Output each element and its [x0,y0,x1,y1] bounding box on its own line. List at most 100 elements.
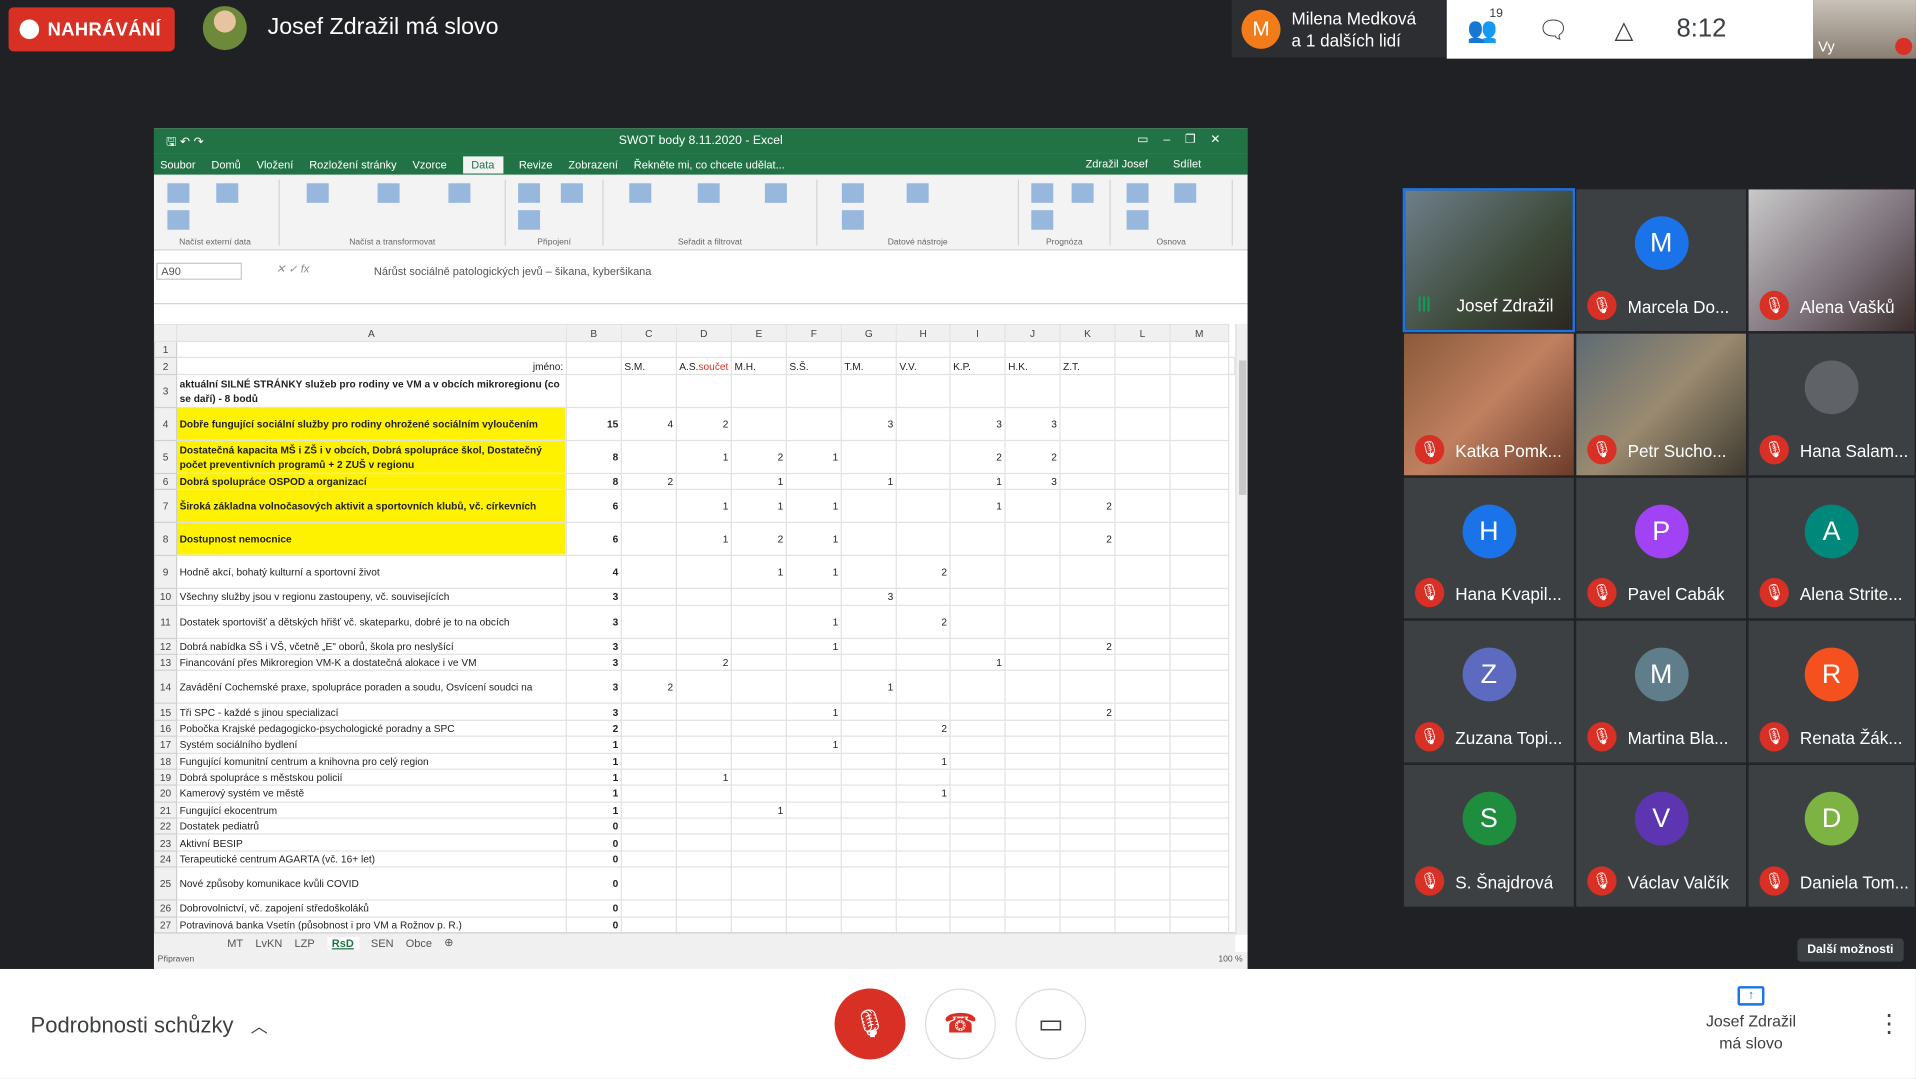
cell[interactable] [1169,850,1230,868]
ribbon-command-icon[interactable] [560,183,583,203]
row-label-cell[interactable]: Dostatek sportovišť a dětských hřišť vč.… [175,604,567,639]
cell[interactable] [1169,406,1230,441]
score-cell[interactable] [895,439,951,474]
cell[interactable] [1169,752,1230,770]
score-cell[interactable] [895,850,951,868]
column-header[interactable]: H [895,323,951,343]
score-cell[interactable] [675,866,733,901]
score-cell[interactable] [1059,752,1116,770]
score-cell[interactable] [1059,817,1116,836]
score-cell[interactable] [1059,915,1116,934]
score-cell[interactable] [895,406,951,441]
row-label-cell[interactable]: Systém sociálního bydlení [175,735,567,754]
score-cell[interactable] [730,735,787,754]
score-cell[interactable] [1059,719,1116,737]
ribbon-command-icon[interactable] [841,183,864,203]
cell[interactable] [1114,866,1171,901]
label-cell[interactable]: jméno: [175,357,567,375]
score-cell[interactable] [675,554,733,590]
sheet-tab-3[interactable]: RsD [326,936,359,949]
initials-cell[interactable]: V.V. [895,357,951,375]
initials-cell[interactable] [1114,357,1171,375]
score-cell[interactable] [1004,752,1061,770]
ribbon-command-icon[interactable] [518,183,541,203]
cell[interactable] [895,340,951,359]
score-cell[interactable] [730,406,787,441]
sheet-tab-1[interactable]: LvKN [255,937,282,949]
cell[interactable] [1169,768,1230,787]
sheet-tab-5[interactable]: Obce [406,937,432,949]
score-cell[interactable]: 1 [730,554,787,590]
score-cell[interactable] [949,801,1006,819]
column-header[interactable]: I [949,323,1006,343]
score-cell[interactable] [730,719,787,737]
cell[interactable] [175,340,567,359]
initials-cell[interactable]: H.K. [1004,357,1061,375]
row-label-cell[interactable]: Dobrá nabídka SŠ i VŠ, včetně „E" oborů,… [175,637,567,655]
cell[interactable] [1114,521,1171,557]
participant-tile[interactable]: 🎙 Katka Pomk... [1402,332,1576,477]
score-cell[interactable] [1004,702,1061,721]
score-cell[interactable]: 2 [1059,702,1116,721]
cell[interactable] [1114,768,1171,787]
score-cell[interactable] [675,915,733,934]
score-cell[interactable] [1059,866,1116,901]
score-cell[interactable] [730,702,787,721]
score-cell[interactable] [1059,587,1116,606]
score-cell[interactable]: 2 [895,604,951,639]
score-cell[interactable] [785,784,842,803]
row-label-cell[interactable]: Kamerový systém ve městě [175,784,567,803]
cell[interactable] [1114,637,1171,655]
score-cell[interactable] [949,735,1006,754]
score-cell[interactable]: 1 [675,488,733,524]
ribbon-command-icon[interactable] [167,183,190,203]
cell[interactable] [1169,801,1230,819]
sum-cell[interactable]: 3 [565,604,622,639]
score-cell[interactable] [1059,768,1116,787]
sum-cell[interactable]: 0 [565,899,622,918]
ribbon-command-icon[interactable] [697,183,720,203]
score-cell[interactable]: 2 [895,554,951,590]
score-cell[interactable] [1059,735,1116,754]
score-cell[interactable] [840,719,897,737]
score-cell[interactable] [785,768,842,787]
ribbon-command-icon[interactable] [907,183,930,203]
row-number[interactable]: 17 [153,735,178,754]
score-cell[interactable] [840,784,897,803]
score-cell[interactable] [730,637,787,655]
participant-tile[interactable]: R 🎙 Renata Žák... [1747,619,1916,764]
cell[interactable] [1169,833,1230,852]
sum-cell[interactable]: 6 [565,488,622,524]
score-cell[interactable] [895,866,951,901]
score-cell[interactable] [785,653,842,672]
score-cell[interactable] [895,768,951,787]
row-number[interactable]: 27 [153,915,178,934]
cell[interactable] [1114,472,1171,491]
other-participants-chip[interactable]: M Milena Medková a 1 dalších lidí [1231,0,1446,58]
cell[interactable] [1169,653,1230,672]
cell[interactable] [1114,899,1171,918]
leave-call-button[interactable]: ☎ [924,988,996,1060]
score-cell[interactable] [949,899,1006,918]
ribbon-command-icon[interactable] [1126,210,1149,230]
cell[interactable] [1114,439,1171,474]
row-number[interactable]: 10 [153,587,178,606]
score-cell[interactable] [949,784,1006,803]
ribbon-command-icon[interactable] [629,183,652,203]
score-cell[interactable]: 2 [1004,439,1061,474]
score-cell[interactable]: 2 [949,439,1006,474]
score-cell[interactable] [949,833,1006,852]
cell[interactable] [1114,719,1171,737]
cell[interactable] [1114,554,1171,590]
score-cell[interactable] [620,735,677,754]
score-cell[interactable]: 1 [895,752,951,770]
cell[interactable] [1169,784,1230,803]
ribbon-command-icon[interactable] [1173,183,1196,203]
cell[interactable] [1169,521,1230,557]
score-cell[interactable] [785,587,842,606]
cell[interactable] [1169,604,1230,639]
score-cell[interactable] [949,866,1006,901]
ribbon-command-icon[interactable] [1071,183,1094,203]
row-number[interactable]: 18 [153,752,178,770]
score-cell[interactable] [675,833,733,852]
